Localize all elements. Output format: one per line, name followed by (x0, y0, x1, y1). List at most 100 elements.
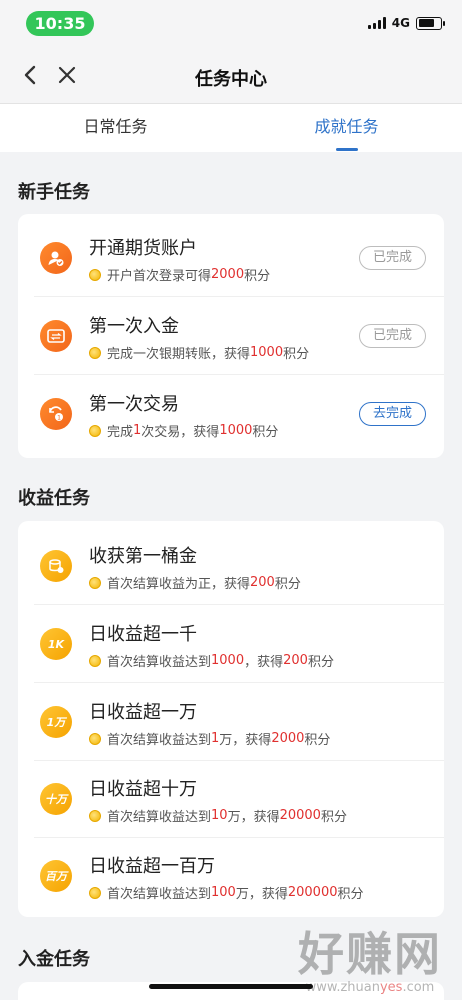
coin-icon (89, 576, 101, 589)
points-value: 2000 (271, 731, 305, 746)
desc-text: 积分 (252, 425, 279, 440)
desc-text: ，获得 (244, 655, 284, 670)
badge-10wan-text: 十万 (45, 793, 67, 806)
points-value: 1000 (250, 345, 284, 360)
task-row-first-gold[interactable]: 收获第一桶金 首次结算收益为正，获得 200 积分 (18, 527, 444, 605)
desc-text: 积分 (244, 269, 271, 284)
go-complete-button[interactable]: 去完成 (358, 402, 426, 426)
network-type: 4G (391, 16, 410, 30)
section-title-newbie: 新手任务 (18, 182, 90, 203)
tab-daily[interactable]: 日常任务 (0, 104, 231, 152)
tab-active-indicator (335, 148, 358, 151)
badge-10wan-icon: 十万 (40, 783, 72, 815)
coin-icon (89, 268, 101, 281)
task-row-first-trade[interactable]: 1 第一次交易 完成 1 次交易，获得 1000 积分 去完成 (18, 375, 444, 453)
desc-text: 积分 (304, 733, 331, 748)
badge-100wan-icon: 百万 (40, 860, 72, 892)
task-desc: 完成 1 次交易，获得 1000 积分 (89, 421, 278, 440)
desc-text: 积分 (307, 655, 334, 670)
completed-badge: 已完成 (358, 324, 426, 348)
signal-icon (367, 17, 386, 29)
task-row-daily-100wan[interactable]: 百万 日收益超一百万 首次结算收益达到 100 万，获得 200000 积分 (18, 837, 444, 915)
section-title-profit: 收益任务 (18, 488, 90, 509)
desc-text: 完成一次银期转账，获得 (107, 347, 251, 362)
desc-text: 积分 (320, 810, 347, 825)
desc-text: 首次结算收益达到 (107, 733, 212, 748)
card-transfer-icon (40, 320, 72, 352)
trade-exchange-icon: 1 (40, 398, 72, 430)
task-desc: 首次结算收益达到 1 万，获得 2000 积分 (89, 729, 330, 748)
desc-text: 首次结算收益为正，获得 (107, 577, 251, 592)
watermark: 好赚网 www.zhuanyes.com (298, 918, 442, 995)
watermark-url-part: yes (379, 980, 403, 995)
badge-1wan-icon: 1万 (40, 706, 72, 738)
threshold-value: 1 (211, 731, 220, 746)
task-row-daily-1wan[interactable]: 1万 日收益超一万 首次结算收益达到 1 万，获得 2000 积分 (18, 683, 444, 761)
watermark-url: www.zhuanyes.com (298, 980, 442, 995)
task-desc: 首次结算收益达到 100 万，获得 200000 积分 (89, 883, 364, 902)
profit-task-card: 收获第一桶金 首次结算收益为正，获得 200 积分 1K 日收益超一千 首次结算… (18, 521, 444, 917)
completed-badge: 已完成 (358, 246, 426, 270)
points-value: 200 (250, 575, 275, 590)
task-desc: 首次结算收益达到 10 万，获得 20000 积分 (89, 806, 347, 825)
threshold-value: 1000 (211, 653, 245, 668)
tab-achievement[interactable]: 成就任务 (231, 104, 462, 152)
page-title: 任务中心 (195, 69, 267, 90)
home-indicator (149, 984, 313, 989)
coin-icon (89, 886, 101, 899)
desc-text: 积分 (274, 577, 301, 592)
status-indicators: 4G (367, 16, 445, 30)
badge-100wan-text: 百万 (45, 870, 67, 883)
task-desc: 开户首次登录可得 2000 积分 (89, 265, 270, 284)
points-value: 20000 (279, 808, 321, 823)
task-row-daily-10wan[interactable]: 十万 日收益超十万 首次结算收益达到 10 万，获得 20000 积分 (18, 760, 444, 838)
task-title: 收获第一桶金 (89, 546, 197, 567)
badge-1wan-text: 1万 (46, 716, 66, 729)
task-title: 日收益超一千 (89, 624, 197, 645)
desc-text: 万，获得 (227, 810, 280, 825)
task-row-daily-1k[interactable]: 1K 日收益超一千 首次结算收益达到 1000 ，获得 200 积分 (18, 605, 444, 683)
status-bar: 10:35 4G (0, 0, 462, 48)
desc-text: 积分 (337, 887, 364, 902)
coin-icon (89, 654, 101, 667)
status-time: 10:35 (26, 11, 94, 36)
trade-count-value: 1 (133, 423, 142, 438)
task-desc: 完成一次银期转账，获得 1000 积分 (89, 343, 309, 362)
task-title: 日收益超一百万 (89, 856, 215, 877)
points-value: 2000 (211, 267, 245, 282)
task-title: 第一次入金 (89, 316, 179, 337)
newbie-task-card: 开通期货账户 开户首次登录可得 2000 积分 已完成 第一次入金 完成一次银期… (18, 214, 444, 458)
gold-bucket-icon (40, 550, 72, 582)
task-row-first-deposit[interactable]: 第一次入金 完成一次银期转账，获得 1000 积分 已完成 (18, 297, 444, 375)
coin-icon (89, 809, 101, 822)
points-value: 1000 (219, 423, 253, 438)
badge-1k-text: 1K (47, 637, 65, 651)
watermark-url-part: .com (402, 980, 435, 995)
watermark-logo: 好赚网 (298, 927, 442, 981)
task-desc: 首次结算收益达到 1000 ，获得 200 积分 (89, 651, 334, 670)
desc-text: 万，获得 (235, 887, 288, 902)
desc-text: 积分 (283, 347, 310, 362)
task-title: 日收益超一万 (89, 702, 197, 723)
task-desc: 首次结算收益为正，获得 200 积分 (89, 573, 301, 592)
desc-text: 首次结算收益达到 (107, 655, 212, 670)
section-title-deposit: 入金任务 (18, 949, 90, 970)
watermark-url-part: www.zhuan (305, 980, 380, 995)
desc-text: 首次结算收益达到 (107, 887, 212, 902)
threshold-value: 100 (211, 885, 236, 900)
desc-text: 次交易，获得 (141, 425, 220, 440)
coin-icon (89, 732, 101, 745)
desc-text: 万，获得 (219, 733, 272, 748)
desc-text: 完成 (107, 425, 134, 440)
badge-1k-icon: 1K (40, 628, 72, 660)
points-value: 200 (283, 653, 308, 668)
desc-text: 首次结算收益达到 (107, 810, 212, 825)
points-value: 200000 (287, 885, 338, 900)
tab-daily-label: 日常任务 (83, 117, 148, 136)
threshold-value: 10 (211, 808, 228, 823)
task-title: 第一次交易 (89, 394, 179, 415)
task-title: 日收益超十万 (89, 779, 197, 800)
user-check-icon (40, 242, 72, 274)
task-row-open-account[interactable]: 开通期货账户 开户首次登录可得 2000 积分 已完成 (18, 219, 444, 297)
task-title: 开通期货账户 (89, 238, 197, 259)
